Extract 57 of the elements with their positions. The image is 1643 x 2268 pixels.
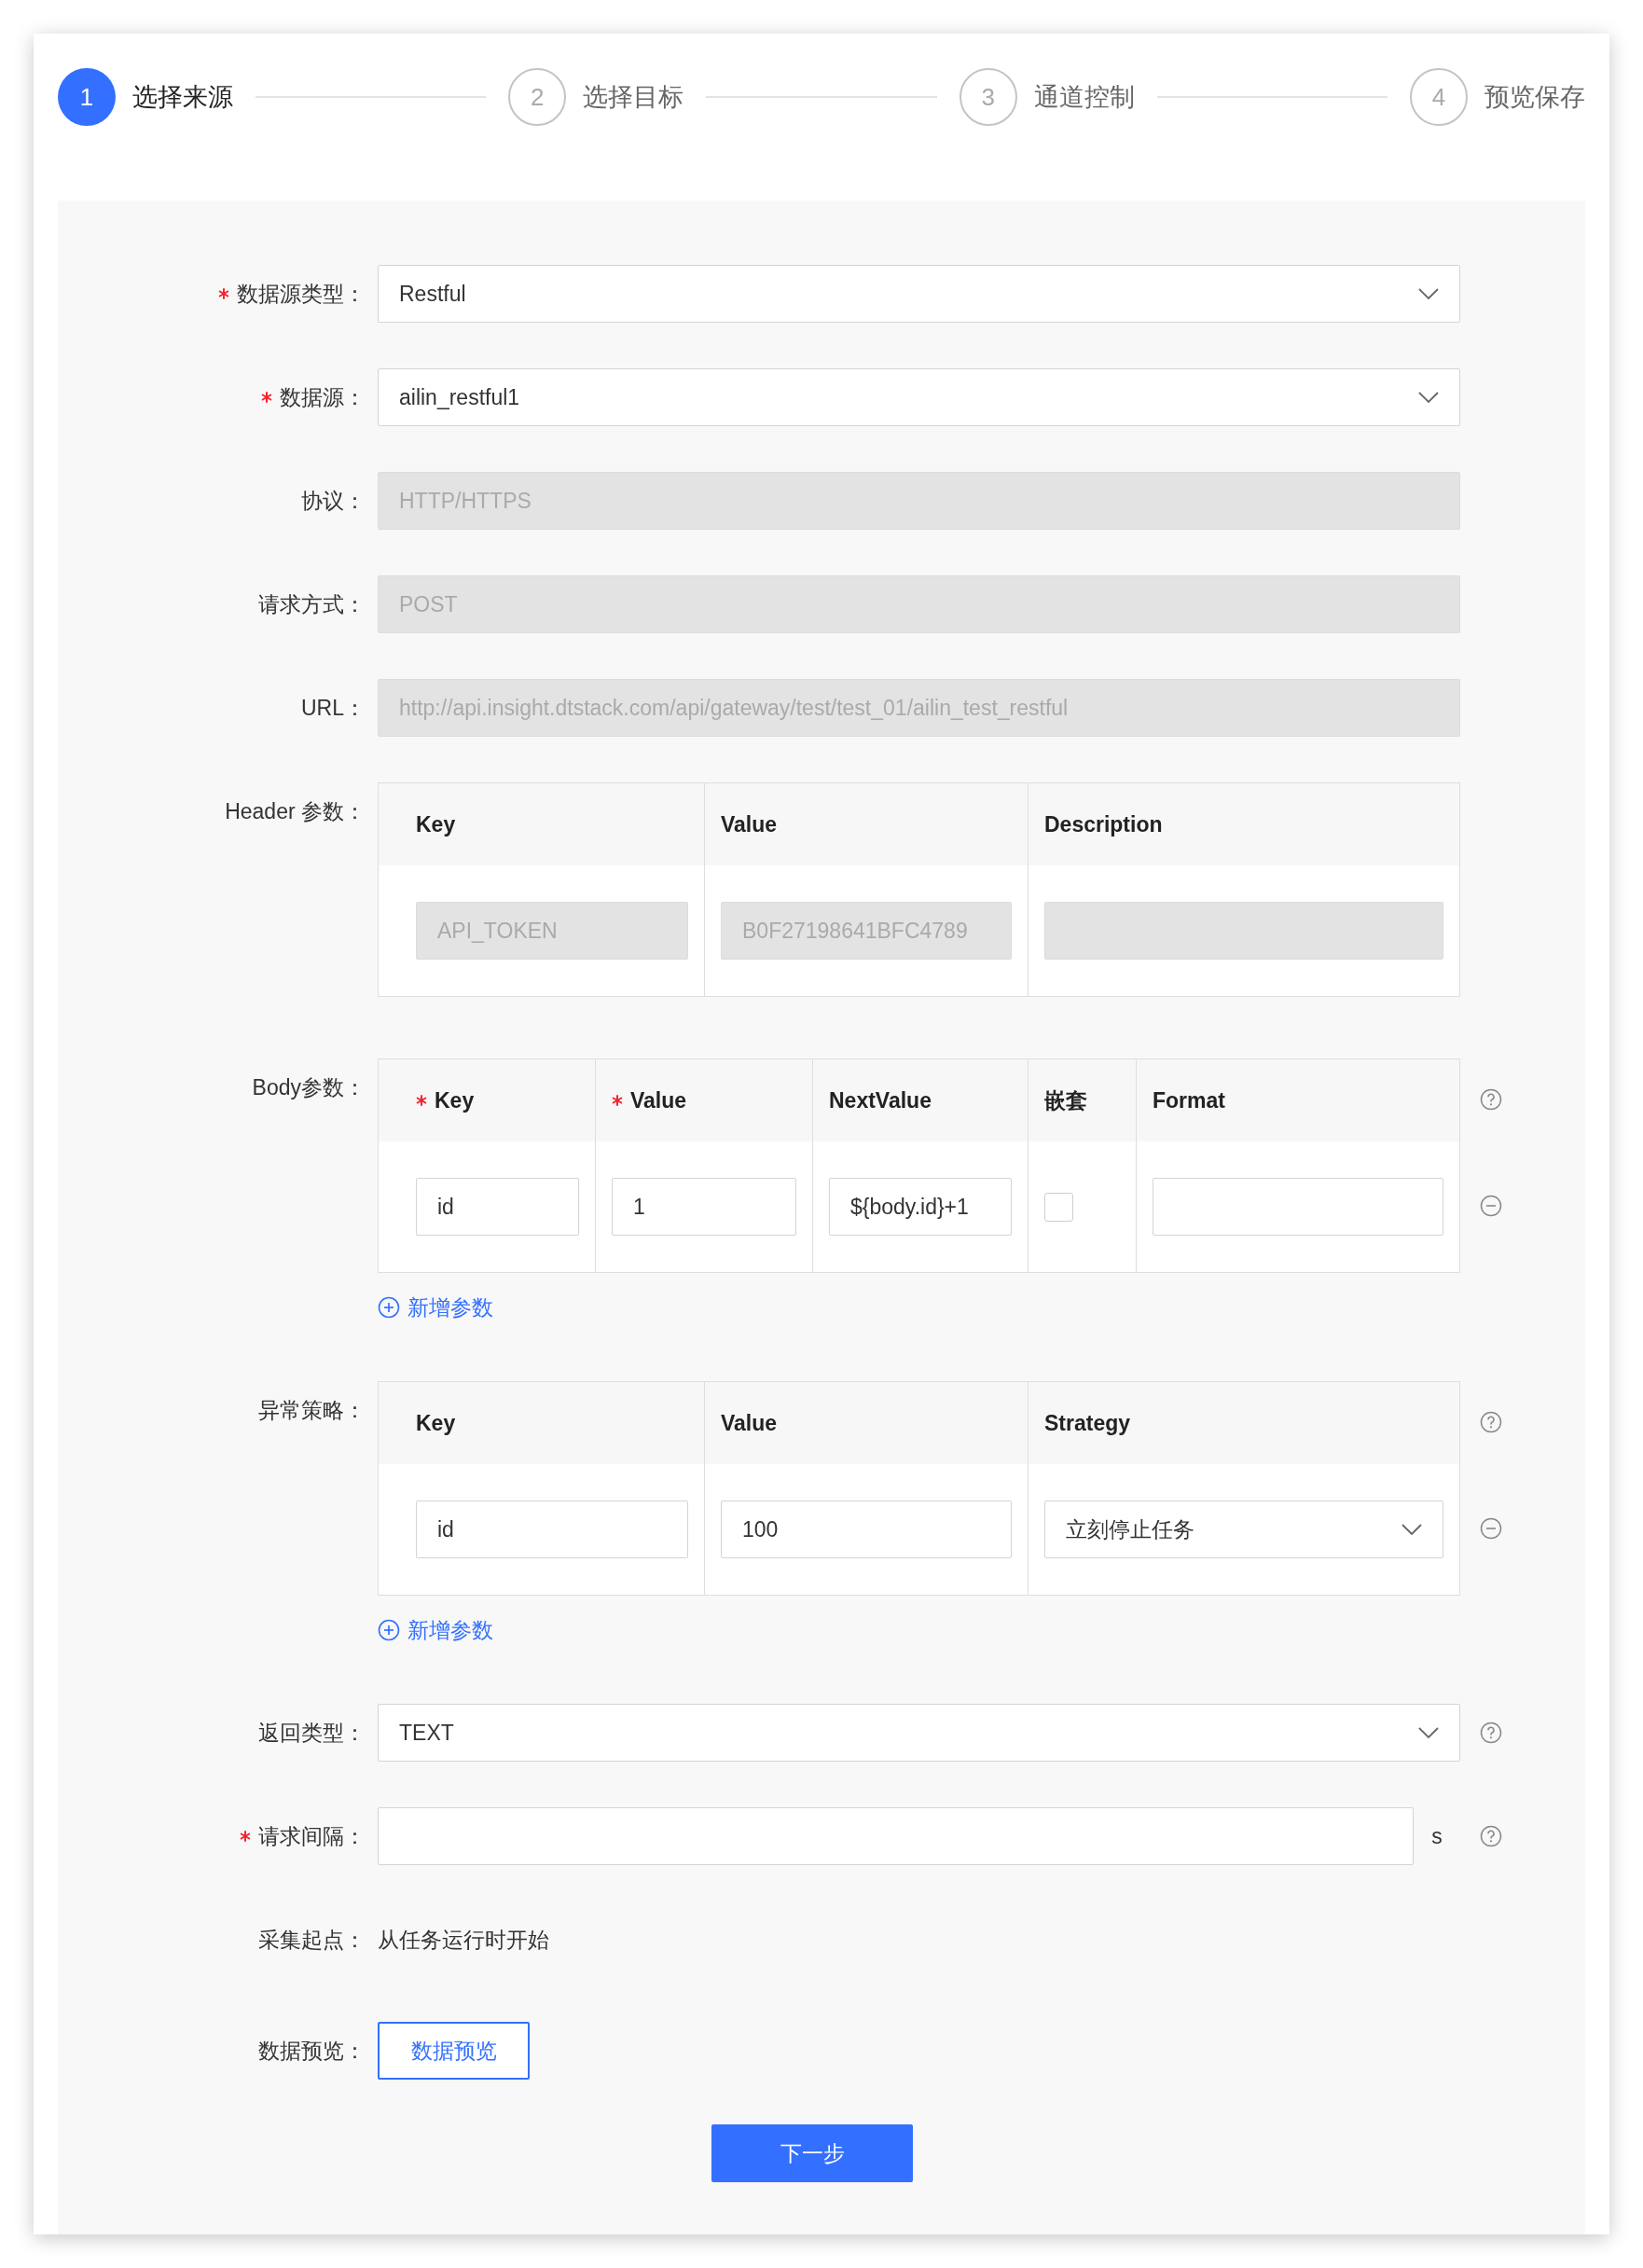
field-label: 数据预览： <box>258 2037 366 2065</box>
dropdown[interactable]: 立刻停止任务 <box>1044 1500 1443 1558</box>
field-label: 异常策略： <box>258 1396 366 1424</box>
field-label: 协议： <box>301 487 366 515</box>
dropdown[interactable]: ailin_restful1 <box>378 368 1460 426</box>
plus-circle-icon <box>378 1296 400 1319</box>
chevron-down-icon <box>1401 1524 1422 1535</box>
column-header: Format <box>1153 1086 1225 1114</box>
unit-label: s <box>1430 1822 1443 1850</box>
field-label: 请求间隔： <box>258 1822 366 1850</box>
step-title: 通道控制 <box>1033 81 1135 113</box>
required-icon <box>612 1095 623 1106</box>
field-label: 数据源类型： <box>237 280 366 308</box>
chevron-down-icon <box>1418 392 1439 403</box>
column-header: 嵌套 <box>1044 1086 1087 1114</box>
column-header: Value <box>721 1409 778 1437</box>
field-label: URL： <box>301 694 366 722</box>
field-label: 采集起点： <box>258 1926 366 1954</box>
column-header: Key <box>435 1086 475 1114</box>
preview-button[interactable]: 数据预览 <box>378 2022 530 2080</box>
chevron-down-icon <box>1418 1727 1439 1738</box>
step-title: 选择来源 <box>132 81 233 113</box>
column-header: Key <box>416 810 456 838</box>
add-param-link[interactable]: 新增参数 <box>378 1293 493 1321</box>
column-header: Key <box>416 1409 456 1437</box>
field-label: Body参数： <box>252 1073 366 1101</box>
column-header: Strategy <box>1044 1409 1131 1437</box>
input-field[interactable]: 1 <box>612 1178 796 1236</box>
next-step-button[interactable]: 下一步 <box>711 2124 913 2182</box>
dropdown[interactable]: TEXT <box>378 1704 1460 1762</box>
step-number[interactable]: 2 <box>508 68 567 126</box>
step-title: 预览保存 <box>1484 81 1585 113</box>
field-label: 返回类型： <box>258 1719 366 1747</box>
input-field[interactable]: id <box>416 1178 579 1236</box>
input-field[interactable]: id <box>416 1500 688 1558</box>
field-label: 请求方式： <box>258 590 366 618</box>
input-field[interactable]: 100 <box>721 1500 1012 1558</box>
column-header: Description <box>1044 810 1163 838</box>
input-field[interactable] <box>378 1807 1414 1865</box>
step-number[interactable]: 3 <box>959 68 1017 126</box>
add-param-link[interactable]: 新增参数 <box>378 1616 493 1644</box>
required-icon <box>416 1095 427 1106</box>
step-number[interactable]: 4 <box>1410 68 1468 126</box>
input-field[interactable] <box>1153 1178 1443 1236</box>
plus-circle-icon <box>378 1619 400 1641</box>
chevron-down-icon <box>1418 288 1439 299</box>
dropdown[interactable]: Restful <box>378 265 1460 323</box>
column-header: Value <box>630 1086 687 1114</box>
field-value: 从任务运行时开始 <box>378 1926 549 1954</box>
column-header: NextValue <box>829 1086 932 1114</box>
step-title: 选择目标 <box>583 81 684 113</box>
column-header: Value <box>721 810 778 838</box>
checkbox[interactable] <box>1044 1192 1073 1222</box>
input-field[interactable]: ${body.id}+1 <box>829 1178 1012 1236</box>
step-number[interactable]: 1 <box>58 68 116 126</box>
field-label: Header 参数： <box>225 797 366 825</box>
field-label: 数据源： <box>280 383 366 411</box>
